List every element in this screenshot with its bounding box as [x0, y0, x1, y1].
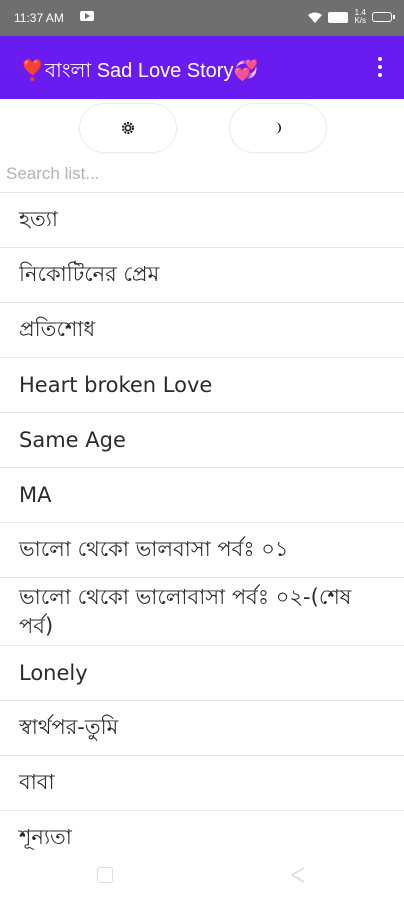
- list-item[interactable]: ভালো থেকো ভালোবাসা পর্বঃ ০২-(শেষ পর্ব): [0, 577, 404, 645]
- list-item[interactable]: প্রতিশোধ: [0, 302, 404, 357]
- list-item-label: নিকোটিনের প্রেম: [19, 261, 160, 286]
- list-item[interactable]: MA: [0, 467, 404, 522]
- list-item[interactable]: Heart broken Love: [0, 357, 404, 412]
- list-item-label: বাবা: [19, 769, 55, 794]
- list-item-label: প্রতিশোধ: [19, 316, 96, 341]
- overflow-menu-button[interactable]: [370, 52, 390, 82]
- recent-apps-button[interactable]: [97, 867, 113, 883]
- wifi-icon: [308, 12, 323, 23]
- status-time: 11:37 AM: [14, 11, 64, 25]
- battery-icon: [372, 12, 395, 22]
- list-item-label: হত্যা: [19, 206, 58, 231]
- list-item[interactable]: ভালো থেকো ভালবাসা পর্বঃ ০১: [0, 522, 404, 577]
- overflow-dot: [378, 65, 382, 69]
- settings-button[interactable]: [80, 104, 176, 152]
- system-nav-bar: [0, 852, 404, 900]
- list-item-label: শূন্যতা: [19, 824, 72, 849]
- list-item[interactable]: Lonely: [0, 645, 404, 700]
- network-speed: 1.4 K/s: [354, 8, 366, 25]
- night-mode-button[interactable]: [230, 104, 326, 152]
- overflow-dot: [378, 73, 382, 77]
- story-list: হত্যা নিকোটিনের প্রেম প্রতিশোধ Heart bro…: [0, 192, 404, 852]
- search-input[interactable]: [6, 160, 396, 188]
- app-bar: ❣️বাংলা Sad Love Story💞: [0, 36, 404, 99]
- gear-icon: [121, 121, 135, 135]
- list-item[interactable]: নিকোটিনের প্রেম: [0, 247, 404, 302]
- list-item-label: Lonely: [19, 661, 88, 685]
- list-item[interactable]: হত্যা: [0, 192, 404, 247]
- list-item[interactable]: স্বার্থপর-তুমি: [0, 700, 404, 755]
- app-title: ❣️বাংলা Sad Love Story💞: [20, 60, 259, 82]
- overflow-dot: [378, 57, 382, 61]
- list-item-label: MA: [19, 483, 52, 507]
- status-icons: 1.4 K/s: [308, 8, 395, 25]
- list-item[interactable]: শূন্যতা: [0, 810, 404, 852]
- status-bar: 11:37 AM 1.4 K/s: [0, 0, 404, 36]
- list-item-label: স্বার্থপর-তুমি: [19, 714, 119, 739]
- list-item[interactable]: Same Age: [0, 412, 404, 467]
- signal-icon: [328, 11, 349, 23]
- list-item-label: Same Age: [19, 428, 126, 452]
- list-item-label: ভালো থেকো ভালবাসা পর্বঃ ০১: [19, 536, 289, 561]
- back-button[interactable]: [290, 866, 306, 884]
- moon-icon: [275, 122, 281, 134]
- list-item-label: ভালো থেকো ভালোবাসা পর্বঃ ০২-(শেষ পর্ব): [19, 585, 352, 638]
- youtube-notification-icon: [80, 11, 94, 21]
- list-item-label: Heart broken Love: [19, 373, 213, 397]
- list-item[interactable]: বাবা: [0, 755, 404, 810]
